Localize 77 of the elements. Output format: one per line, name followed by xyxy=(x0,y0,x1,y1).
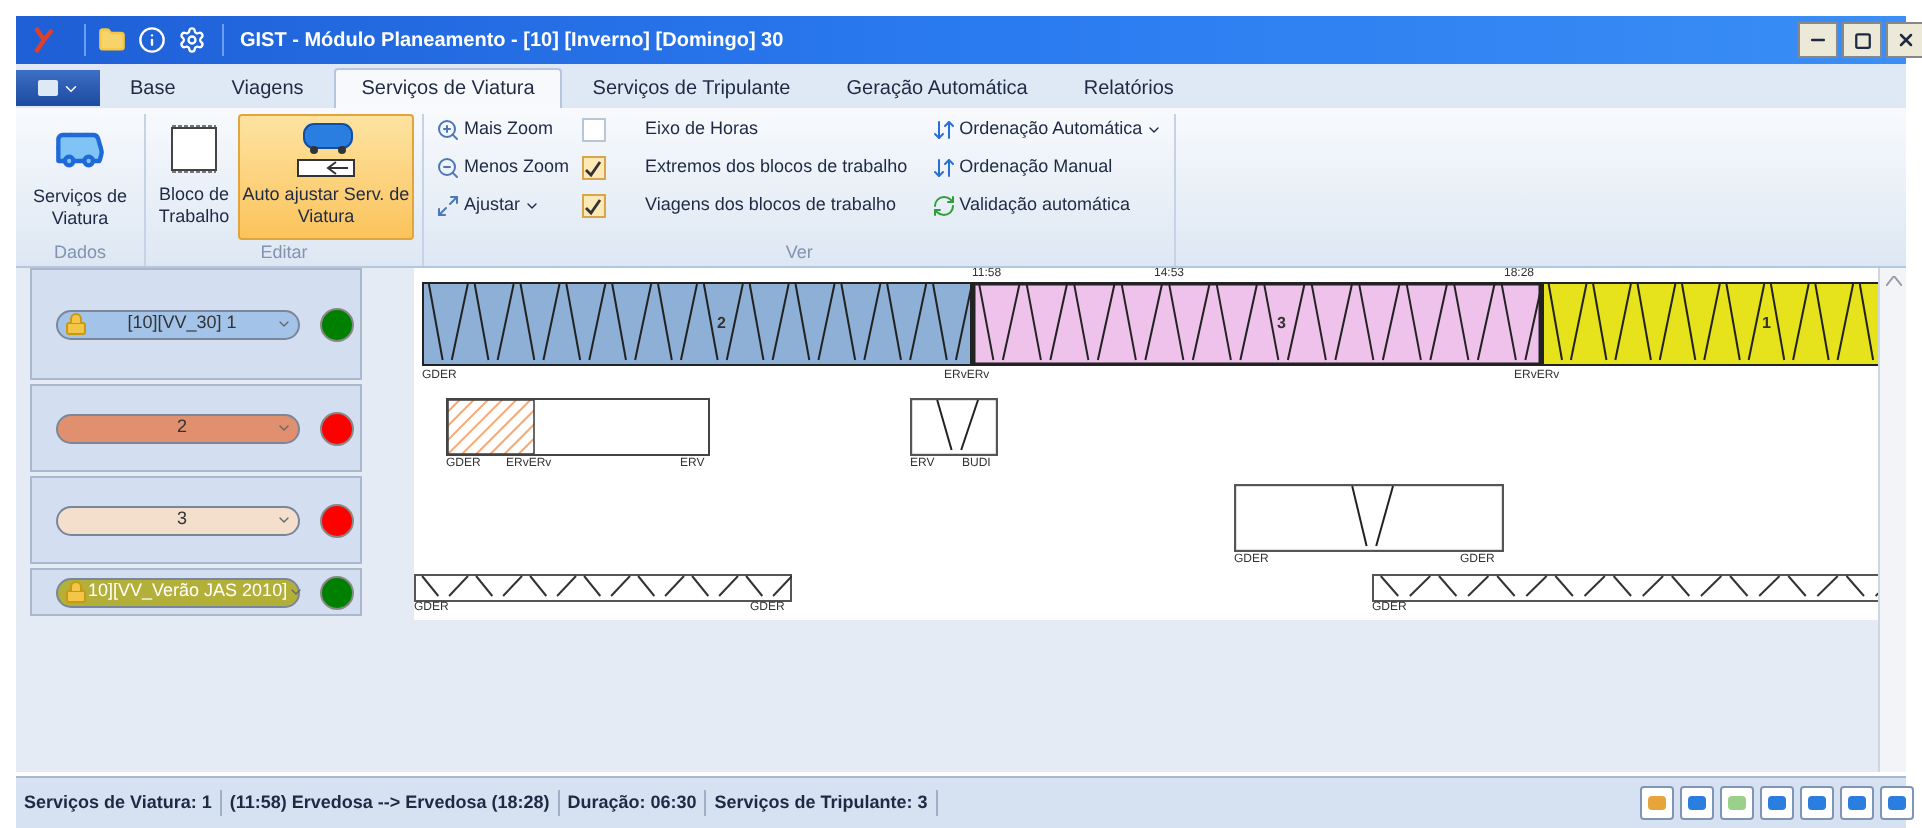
fit-icon xyxy=(436,194,460,218)
vehicle-dropdown[interactable]: 2 xyxy=(56,413,300,443)
ribbon-tab[interactable]: Base xyxy=(104,68,202,108)
block-number: 1 xyxy=(1762,316,1771,332)
sort-icon xyxy=(931,156,956,180)
app-menu-button[interactable] xyxy=(16,70,100,106)
status-text: Duração: 06:30 xyxy=(559,789,707,817)
ordering-button[interactable]: Ordenação Manual xyxy=(931,152,1163,184)
option-label: Eixo de Horas xyxy=(645,116,759,143)
status-tool-button[interactable] xyxy=(1680,786,1714,820)
close-button[interactable] xyxy=(1886,22,1922,58)
vehicle-dropdown[interactable]: 3 xyxy=(56,505,300,535)
ribbon-tab[interactable]: Serviços de Viatura xyxy=(333,68,563,108)
frame-icon xyxy=(166,120,222,176)
app-logo-icon xyxy=(32,26,56,54)
checkbox[interactable] xyxy=(581,156,606,180)
ribbon-tab[interactable]: Serviços de Tripulante xyxy=(566,68,817,108)
zoom-button[interactable]: Menos Zoom xyxy=(436,152,570,184)
zoom-in-icon xyxy=(436,118,460,142)
work-block[interactable] xyxy=(910,398,998,456)
check-icon xyxy=(584,197,603,215)
caret-icon xyxy=(276,512,292,528)
work-block[interactable] xyxy=(422,282,972,366)
work-block[interactable] xyxy=(414,574,792,602)
block-number: 2 xyxy=(717,316,726,332)
zoom-button[interactable]: Ajustar xyxy=(436,190,570,222)
maximize-icon xyxy=(1853,31,1871,49)
ribbon-tab[interactable]: Viagens xyxy=(205,68,330,108)
status-text: Serviços de Tripulante: 3 xyxy=(706,789,938,817)
option-label: Extremos dos blocos de trabalho xyxy=(645,154,908,181)
status-tool-button[interactable] xyxy=(1640,786,1674,820)
ribbon-tab[interactable]: Relatórios xyxy=(1057,68,1200,108)
status-text: (11:58) Ervedosa --> Ervedosa (18:28) xyxy=(221,789,560,817)
auto-adjust-button[interactable]: Auto ajustar Serv. de Viatura xyxy=(238,114,414,240)
ribbon-tab[interactable]: Geração Automática xyxy=(820,68,1054,108)
caret-icon xyxy=(287,584,304,600)
close-icon xyxy=(1896,30,1916,50)
refresh-icon xyxy=(931,194,956,218)
caret-icon xyxy=(276,420,292,436)
checkbox[interactable] xyxy=(581,194,606,218)
work-block[interactable] xyxy=(972,282,1542,366)
ordering-button[interactable]: Ordenação Automática xyxy=(931,114,1163,146)
maximize-button[interactable] xyxy=(1842,22,1882,58)
zoom-button[interactable]: Mais Zoom xyxy=(436,114,570,146)
caret-icon xyxy=(276,316,292,332)
status-tool-button[interactable] xyxy=(1880,786,1914,820)
vehicle-services-button[interactable]: Serviços de Viatura xyxy=(24,114,136,240)
work-block[interactable] xyxy=(1234,484,1504,552)
option-label: Viagens dos blocos de trabalho xyxy=(645,192,896,219)
bus-adjust-icon xyxy=(292,120,360,180)
group-label: Editar xyxy=(260,240,308,266)
checkbox[interactable] xyxy=(581,118,606,142)
group-label: Dados xyxy=(53,240,106,266)
scroll-up-icon xyxy=(1885,276,1901,286)
status-text: Serviços de Viatura: 1 xyxy=(16,789,222,817)
caret-icon xyxy=(524,198,541,214)
status-tool-button[interactable] xyxy=(1720,786,1754,820)
caret-icon xyxy=(1146,122,1163,138)
work-block[interactable] xyxy=(1372,574,1878,602)
work-block[interactable] xyxy=(1542,282,1878,366)
ordering-button[interactable]: Validação automática xyxy=(931,190,1163,222)
check-icon xyxy=(584,159,603,177)
status-tool-button[interactable] xyxy=(1760,786,1794,820)
status-tool-button[interactable] xyxy=(1840,786,1874,820)
folder-icon[interactable] xyxy=(98,26,126,54)
status-tool-button[interactable] xyxy=(1800,786,1834,820)
work-block[interactable] xyxy=(446,398,710,456)
vehicle-dropdown[interactable]: [10][VV_30] 1 xyxy=(56,309,300,339)
work-block-button[interactable]: Bloco de Trabalho xyxy=(154,114,234,240)
sort-icon xyxy=(931,118,956,142)
group-label: Ver xyxy=(785,240,813,266)
settings-icon[interactable] xyxy=(178,26,206,54)
window-title: GIST - Módulo Planeamento - [10] [Inverno] [Domingo] 30 xyxy=(240,27,784,55)
info-icon[interactable] xyxy=(138,26,166,54)
scroll-bar[interactable] xyxy=(1878,268,1906,772)
block-number: 3 xyxy=(1277,316,1286,332)
zoom-out-icon xyxy=(436,156,460,180)
